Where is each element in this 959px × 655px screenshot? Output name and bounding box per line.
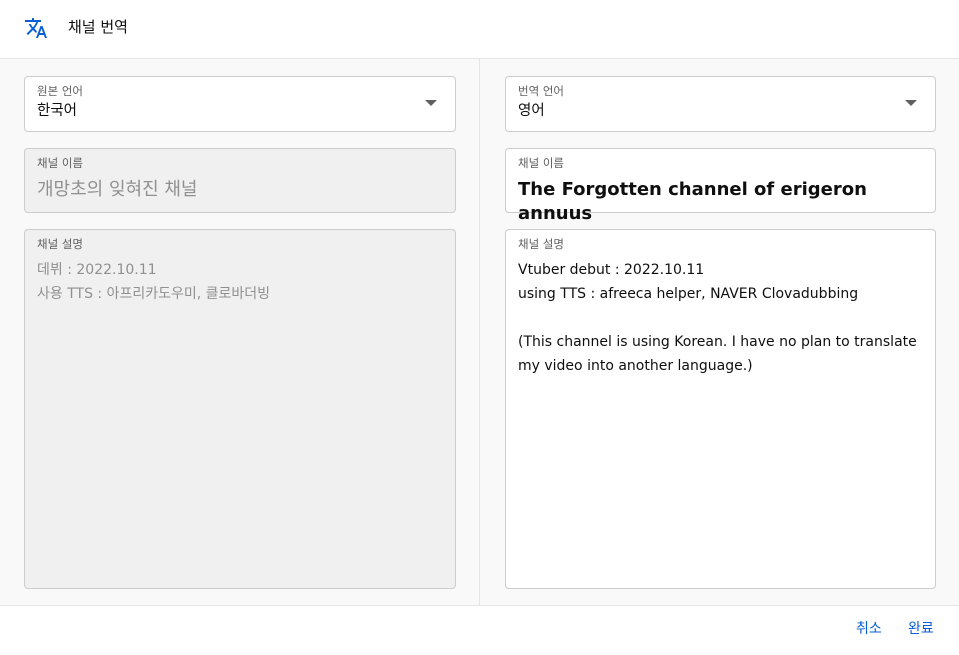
dialog-footer: 취소 완료 <box>0 605 959 655</box>
description-line <box>518 306 923 330</box>
translate-icon <box>25 18 47 38</box>
description-line: (This channel is using Korean. I have no… <box>518 334 917 374</box>
source-pane: 원본 언어 한국어 채널 이름 개망초의 잊혀진 채널 채널 설명 데뷔 : 2… <box>0 59 480 605</box>
cancel-button[interactable]: 취소 <box>856 619 882 639</box>
target-name-input[interactable]: 채널 이름 The Forgotten channel of erigeron … <box>505 148 936 224</box>
source-name-field: 채널 이름 개망초의 잊혀진 채널 <box>24 148 456 213</box>
source-description-label: 채널 설명 <box>37 237 83 251</box>
done-button[interactable]: 완료 <box>908 619 934 639</box>
source-description-field: 채널 설명 데뷔 : 2022.10.11 사용 TTS : 아프리카도우미, … <box>24 229 456 589</box>
description-line: Vtuber debut : 2022.10.11 <box>518 262 705 278</box>
chevron-down-icon <box>905 100 917 106</box>
target-pane: 번역 언어 영어 채널 이름 The Forgotten channel of … <box>480 59 959 605</box>
description-line: 데뷔 : 2022.10.11 <box>37 262 157 278</box>
target-description-text: Vtuber debut : 2022.10.11 using TTS : af… <box>518 258 923 378</box>
source-language-dropdown[interactable]: 원본 언어 한국어 <box>24 76 456 132</box>
target-language-label: 번역 언어 <box>518 84 564 98</box>
target-description-textarea[interactable]: 채널 설명 Vtuber debut : 2022.10.11 using TT… <box>505 229 936 589</box>
description-line: 사용 TTS : 아프리카도우미, 클로바더빙 <box>37 286 271 302</box>
target-name-value: The Forgotten channel of erigeron annuus <box>518 179 867 224</box>
source-language-label: 원본 언어 <box>37 84 83 98</box>
target-language-dropdown[interactable]: 번역 언어 영어 <box>505 76 936 132</box>
source-language-value: 한국어 <box>37 103 78 119</box>
source-description-text: 데뷔 : 2022.10.11 사용 TTS : 아프리카도우미, 클로바더빙 <box>37 258 443 306</box>
chevron-down-icon <box>425 100 437 106</box>
target-name-label: 채널 이름 <box>518 156 564 170</box>
target-description-label: 채널 설명 <box>518 237 564 251</box>
dialog-title: 채널 번역 <box>68 18 128 36</box>
source-name-value: 개망초의 잊혀진 채널 <box>37 179 198 200</box>
dialog-header: 채널 번역 <box>0 0 959 59</box>
source-name-label: 채널 이름 <box>37 156 83 170</box>
description-line: using TTS : afreeca helper, NAVER Clovad… <box>518 286 859 302</box>
target-language-value: 영어 <box>518 103 545 119</box>
